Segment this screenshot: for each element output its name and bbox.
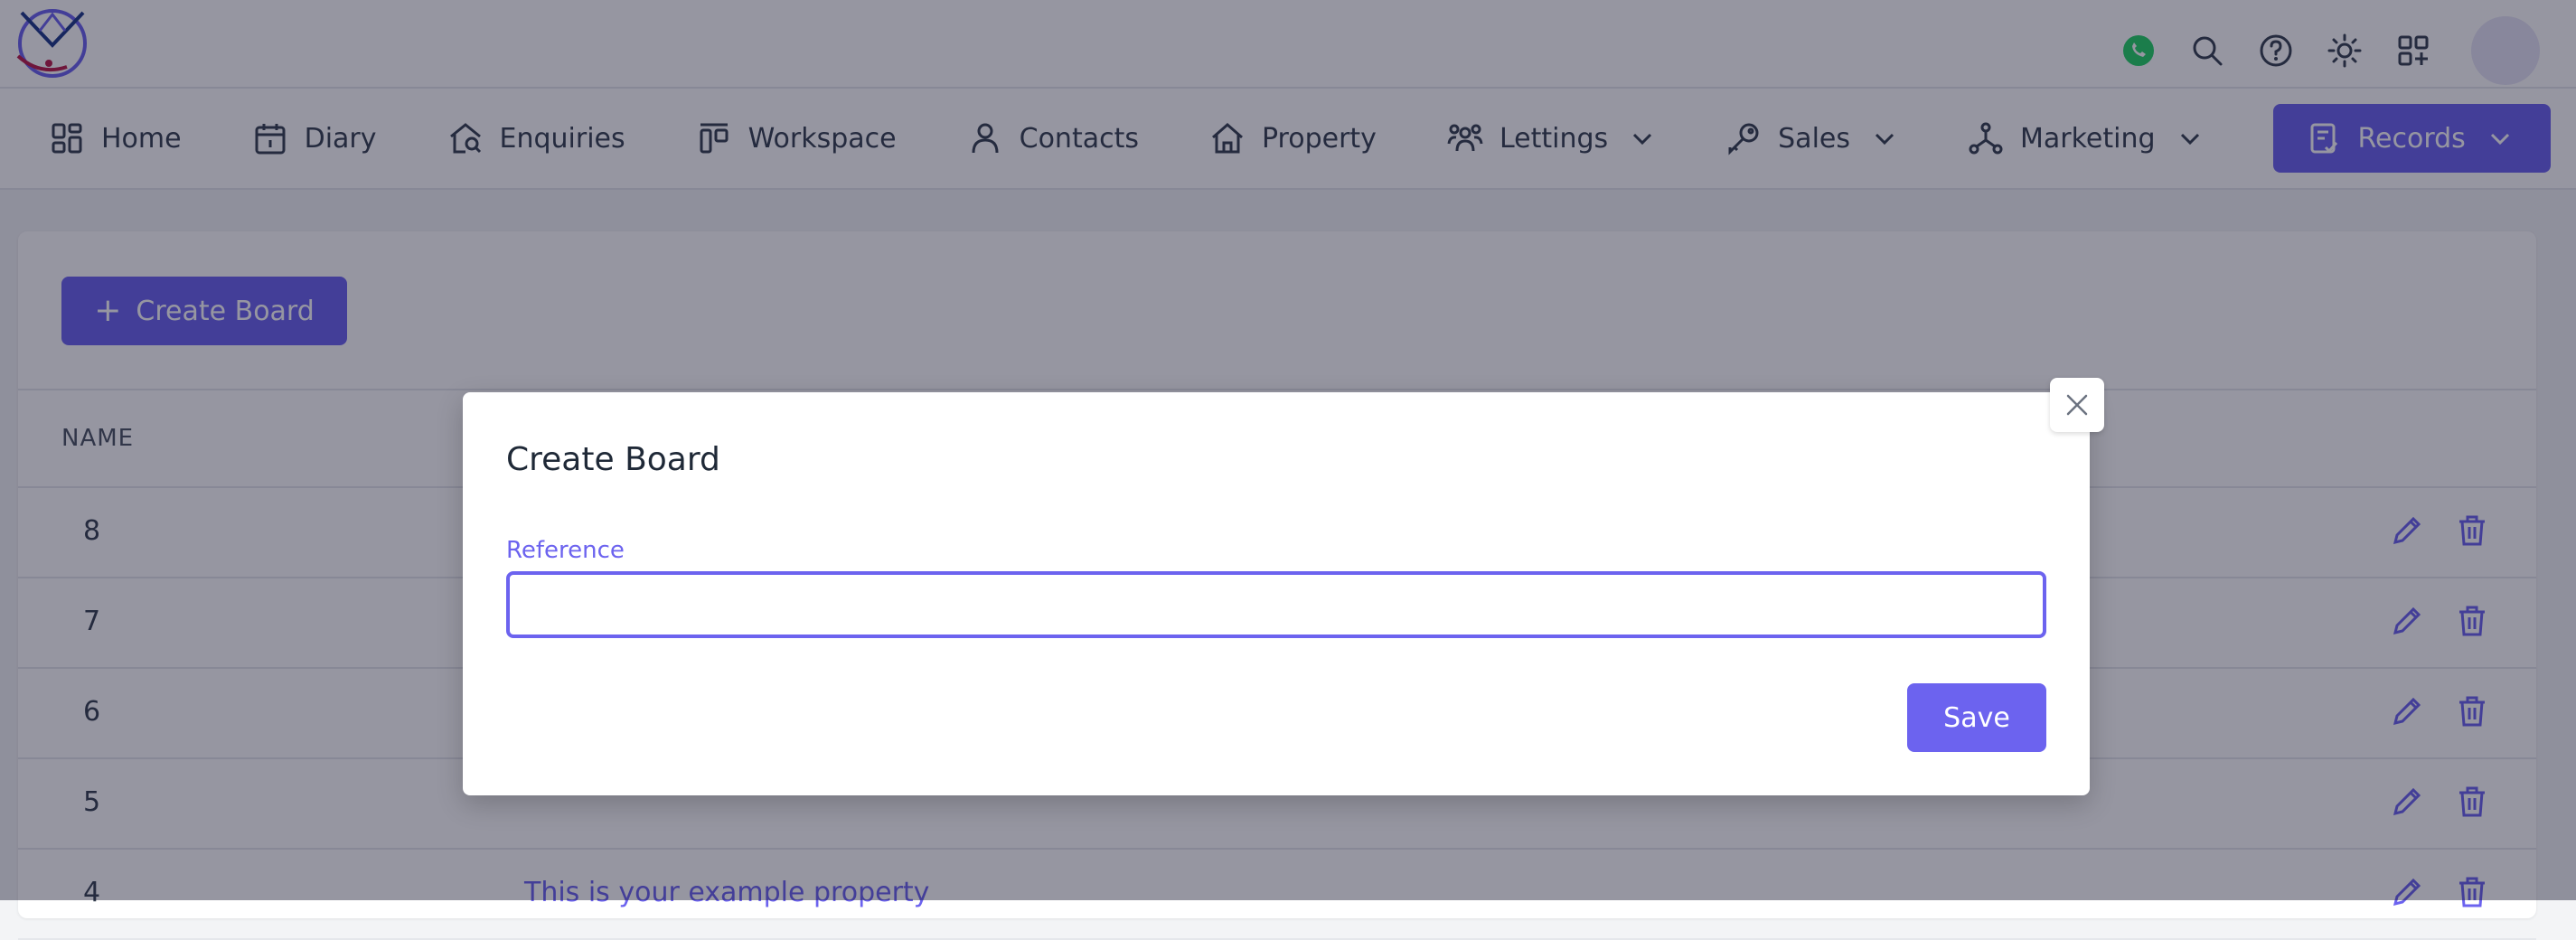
reference-label: Reference [506,537,625,564]
close-icon [2066,394,2088,416]
close-dialog-button[interactable] [2050,378,2104,432]
create-board-dialog: Create Board Reference Save [463,392,2090,795]
reference-input[interactable] [506,571,2046,638]
save-button[interactable]: Save [1907,683,2046,752]
dialog-title: Create Board [506,441,720,478]
